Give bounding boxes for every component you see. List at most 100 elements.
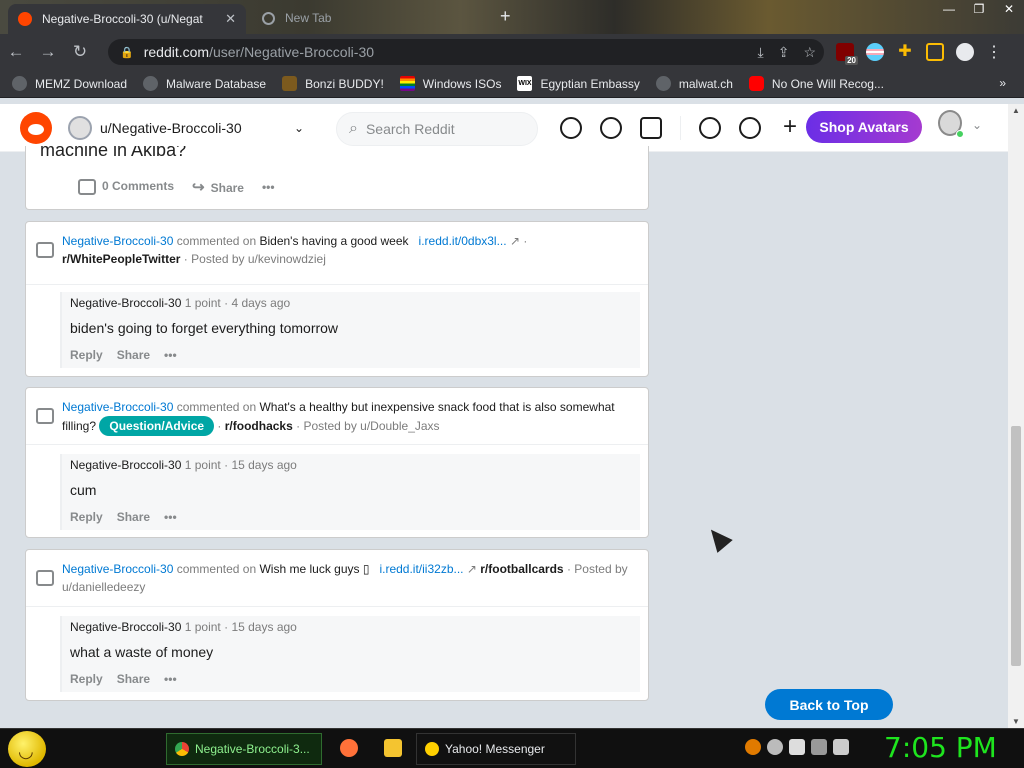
bookmark-malware-database[interactable]: Malware Database [143, 76, 266, 91]
page-scrollbar[interactable]: ▲ ▼ [1008, 104, 1024, 728]
external-link[interactable]: i.redd.it/ii32zb... [379, 562, 463, 576]
new-tab-icon[interactable]: + [500, 6, 511, 27]
back-to-top-button[interactable]: Back to Top [765, 689, 893, 720]
user-avatar[interactable] [938, 110, 968, 142]
posted-by[interactable]: Posted by u/Double_Jaxs [303, 419, 439, 433]
youtube-icon [748, 76, 764, 91]
chevron-down-icon[interactable]: ⌄ [972, 118, 982, 132]
subreddit-link[interactable]: r/WhitePeopleTwitter [62, 252, 180, 266]
taskbar: Negative-Broccoli-3... Yahoo! Messenger … [0, 728, 1024, 768]
pride-flag-extension-icon[interactable] [866, 43, 884, 61]
scrollbar-thumb[interactable] [1011, 426, 1021, 666]
reload-icon[interactable]: ↻ [64, 42, 96, 62]
volume-icon[interactable] [833, 739, 849, 755]
address-bar[interactable]: 🔒 reddit.com/user/Negative-Broccoli-30 ⤓… [108, 39, 824, 65]
scroll-up-icon[interactable]: ▲ [1012, 106, 1020, 115]
install-icon[interactable]: ⤓ [758, 44, 764, 61]
comment-author[interactable]: Negative-Broccoli-30 [70, 620, 181, 634]
taskbar-yahoo-messenger[interactable]: Yahoo! Messenger [416, 733, 576, 765]
comment-author[interactable]: Negative-Broccoli-30 [70, 296, 181, 310]
shop-avatars-button[interactable]: Shop Avatars [806, 111, 922, 143]
scroll-down-icon[interactable]: ▼ [1012, 717, 1020, 726]
taskbar-chrome-window[interactable]: Negative-Broccoli-3... [166, 733, 322, 765]
stats-icon[interactable] [600, 117, 622, 139]
browser-toolbar: ← → ↻ 🔒 reddit.com/user/Negative-Broccol… [0, 34, 1024, 70]
tab-new-tab[interactable]: New Tab [256, 6, 486, 30]
bookmark-malwatch[interactable]: malwat.ch [655, 76, 733, 91]
video-icon[interactable] [640, 117, 662, 139]
more-options-icon[interactable]: ••• [164, 510, 177, 524]
author-link[interactable]: Negative-Broccoli-30 [62, 234, 173, 248]
comments-button[interactable]: 0 Comments [78, 179, 174, 195]
forward-icon[interactable]: → [32, 42, 64, 62]
bookmark-bonzi-buddy[interactable]: Bonzi BUDDY! [282, 76, 384, 91]
bookmark-windows-isos[interactable]: Windows ISOs [399, 76, 501, 91]
status-tray-icon[interactable] [767, 739, 783, 755]
divider [26, 444, 648, 445]
more-options-icon[interactable]: ••• [164, 348, 177, 362]
activity-header: Negative-Broccoli-30 commented on What's… [36, 398, 636, 436]
clock[interactable]: 7:05 PM [884, 731, 997, 764]
bookmark-star-icon[interactable]: ☆ [803, 44, 816, 61]
maximize-icon[interactable]: ❐ [964, 0, 994, 20]
divider [26, 284, 648, 285]
comment-icon [78, 179, 96, 195]
reply-button[interactable]: Reply [70, 672, 103, 686]
post-title[interactable]: machine in Akiba? [40, 146, 186, 161]
bookmark-egyptian-embassy[interactable]: WIX Egyptian Embassy [517, 76, 640, 91]
comment: Negative-Broccoli-30 1 point · 15 days a… [60, 454, 640, 530]
firefox-icon[interactable] [340, 739, 358, 757]
network-tray-icon[interactable] [811, 739, 827, 755]
share-button[interactable]: ↪ Share [192, 178, 244, 196]
author-link[interactable]: Negative-Broccoli-30 [62, 562, 173, 576]
close-window-icon[interactable]: ✕ [994, 0, 1024, 20]
share-button[interactable]: Share [117, 510, 150, 524]
bookmark-youtube-video[interactable]: No One Will Recog... [748, 76, 884, 91]
comment-author[interactable]: Negative-Broccoli-30 [70, 458, 181, 472]
side-panel-icon[interactable] [926, 43, 944, 61]
share-button[interactable]: Share [117, 672, 150, 686]
popular-icon[interactable] [560, 117, 582, 139]
tab-reddit-profile[interactable]: Negative-Broccoli-30 (u/Negat ✕ [8, 4, 246, 34]
search-tray-icon[interactable] [745, 739, 761, 755]
post-title-link[interactable]: Wish me luck guys [259, 562, 359, 576]
bookmark-memz[interactable]: MEMZ Download [12, 76, 127, 91]
reddit-logo-icon[interactable] [20, 112, 52, 144]
bookmarks-overflow-icon[interactable]: » [999, 76, 1006, 90]
user-dropdown[interactable]: u/Negative-Broccoli-30 ⌄ [68, 112, 318, 144]
comment: Negative-Broccoli-30 1 point · 15 days a… [60, 616, 640, 692]
minimize-icon[interactable]: — [934, 0, 964, 20]
create-post-icon[interactable]: + [779, 115, 801, 139]
more-options-icon[interactable]: ••• [262, 180, 275, 194]
reply-button[interactable]: Reply [70, 510, 103, 524]
share-icon[interactable]: ⇪ [778, 44, 790, 61]
subreddit-link[interactable]: r/foodhacks [225, 419, 293, 433]
rainbow-icon [399, 76, 415, 91]
chrome-menu-icon[interactable]: ⋮ [986, 42, 1002, 62]
search-input[interactable]: ⌕ Search Reddit [336, 112, 538, 146]
posted-by[interactable]: Posted by u/kevinowdziej [191, 252, 326, 266]
external-link[interactable]: i.redd.it/0dbx3l... [419, 234, 507, 248]
bookmarks-bar: MEMZ Download Malware Database Bonzi BUD… [0, 70, 1024, 98]
lock-icon[interactable]: 🔒 [120, 46, 134, 59]
back-icon[interactable]: ← [0, 42, 32, 62]
share-button[interactable]: Share [117, 348, 150, 362]
avatar [68, 116, 92, 140]
more-options-icon[interactable]: ••• [164, 672, 177, 686]
start-button[interactable] [8, 731, 46, 767]
author-link[interactable]: Negative-Broccoli-30 [62, 400, 173, 414]
ublock-extension-icon[interactable]: 20 [836, 43, 858, 65]
bell-icon[interactable] [739, 117, 761, 139]
chat-icon[interactable] [699, 117, 721, 139]
profile-icon[interactable] [956, 43, 974, 61]
close-tab-icon[interactable]: ✕ [225, 11, 236, 27]
reply-button[interactable]: Reply [70, 348, 103, 362]
extensions-puzzle-icon[interactable]: ✚ [896, 43, 914, 61]
post-title-link[interactable]: Biden's having a good week [259, 234, 408, 248]
comment-icon [36, 242, 54, 258]
folder-icon[interactable] [384, 739, 402, 757]
search-placeholder: Search Reddit [365, 121, 455, 137]
flag-tray-icon[interactable] [789, 739, 805, 755]
subreddit-link[interactable]: r/footballcards [480, 562, 563, 576]
url-domain: reddit.com [143, 44, 210, 60]
